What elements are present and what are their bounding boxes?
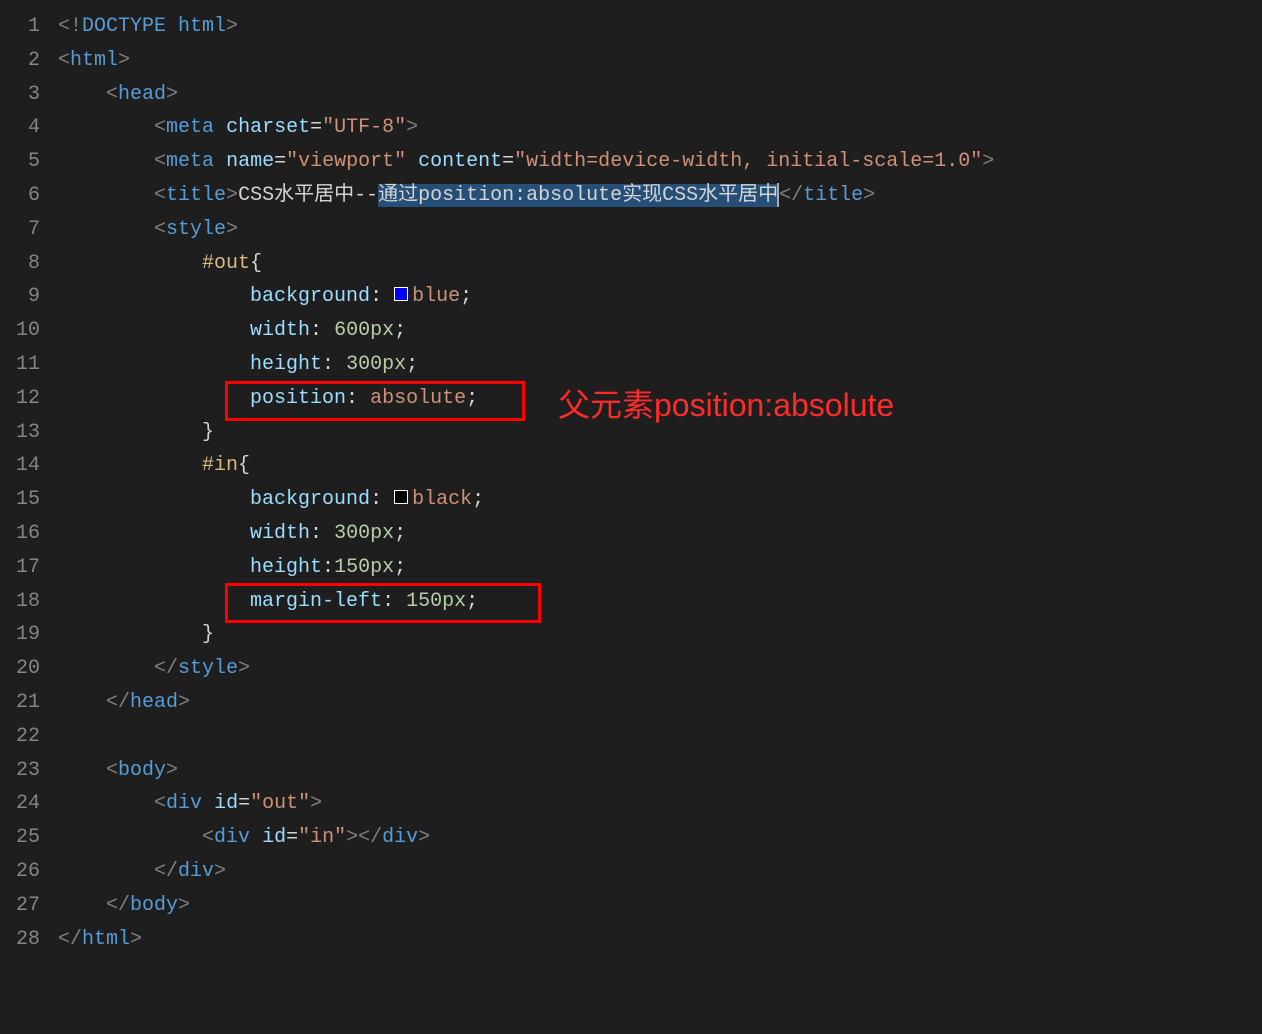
line-number: 13 <box>0 416 40 450</box>
line-number: 6 <box>0 179 40 213</box>
code-line[interactable]: <meta charset="UTF-8"> <box>58 111 1262 145</box>
code-line[interactable]: height:150px; <box>58 551 1262 585</box>
code-line[interactable]: background: blue; <box>58 280 1262 314</box>
line-number: 15 <box>0 483 40 517</box>
code-line[interactable]: </style> <box>58 652 1262 686</box>
code-line[interactable]: <title>CSS水平居中--通过position:absolute实现CSS… <box>58 179 1262 213</box>
code-area[interactable]: <!DOCTYPE html> <html> <head> <meta char… <box>58 10 1262 1034</box>
code-line[interactable]: </body> <box>58 889 1262 923</box>
line-number-gutter: 1 2 3 4 5 6 7 8 9 10 11 12 13 14 15 16 1… <box>0 10 58 1034</box>
code-line[interactable]: } <box>58 618 1262 652</box>
code-line[interactable]: width: 300px; <box>58 517 1262 551</box>
line-number: 26 <box>0 855 40 889</box>
code-line[interactable]: <body> <box>58 754 1262 788</box>
line-number: 8 <box>0 247 40 281</box>
line-number: 19 <box>0 618 40 652</box>
line-number: 14 <box>0 449 40 483</box>
code-line[interactable]: <div id="in"></div> <box>58 821 1262 855</box>
line-number: 3 <box>0 78 40 112</box>
line-number: 10 <box>0 314 40 348</box>
code-line[interactable]: <meta name="viewport" content="width=dev… <box>58 145 1262 179</box>
line-number: 9 <box>0 280 40 314</box>
code-line[interactable]: margin-left: 150px; <box>58 585 1262 619</box>
code-line[interactable]: height: 300px; <box>58 348 1262 382</box>
code-line[interactable] <box>58 720 1262 754</box>
code-line[interactable]: </head> <box>58 686 1262 720</box>
code-line[interactable]: width: 600px; <box>58 314 1262 348</box>
line-number: 23 <box>0 754 40 788</box>
line-number: 17 <box>0 551 40 585</box>
code-line[interactable]: } <box>58 416 1262 450</box>
code-line[interactable]: #out{ <box>58 247 1262 281</box>
color-swatch-icon <box>394 287 408 301</box>
line-number: 2 <box>0 44 40 78</box>
line-number: 18 <box>0 585 40 619</box>
line-number: 4 <box>0 111 40 145</box>
code-line[interactable]: </html> <box>58 923 1262 957</box>
code-line[interactable]: position: absolute; <box>58 382 1262 416</box>
code-line[interactable]: <div id="out"> <box>58 787 1262 821</box>
line-number: 22 <box>0 720 40 754</box>
selected-text: 通过position:absolute实现CSS水平居中 <box>378 184 778 207</box>
code-line[interactable]: #in{ <box>58 449 1262 483</box>
code-line[interactable]: <html> <box>58 44 1262 78</box>
code-line[interactable]: <style> <box>58 213 1262 247</box>
code-line[interactable]: background: black; <box>58 483 1262 517</box>
code-line[interactable]: <!DOCTYPE html> <box>58 10 1262 44</box>
code-line[interactable]: </div> <box>58 855 1262 889</box>
line-number: 24 <box>0 787 40 821</box>
color-swatch-icon <box>394 490 408 504</box>
line-number: 25 <box>0 821 40 855</box>
line-number: 16 <box>0 517 40 551</box>
line-number: 11 <box>0 348 40 382</box>
line-number: 5 <box>0 145 40 179</box>
line-number: 20 <box>0 652 40 686</box>
line-number: 27 <box>0 889 40 923</box>
line-number: 28 <box>0 923 40 957</box>
code-line[interactable]: <head> <box>58 78 1262 112</box>
line-number: 21 <box>0 686 40 720</box>
line-number: 7 <box>0 213 40 247</box>
line-number: 12 <box>0 382 40 416</box>
code-editor[interactable]: 1 2 3 4 5 6 7 8 9 10 11 12 13 14 15 16 1… <box>0 0 1262 1034</box>
line-number: 1 <box>0 10 40 44</box>
